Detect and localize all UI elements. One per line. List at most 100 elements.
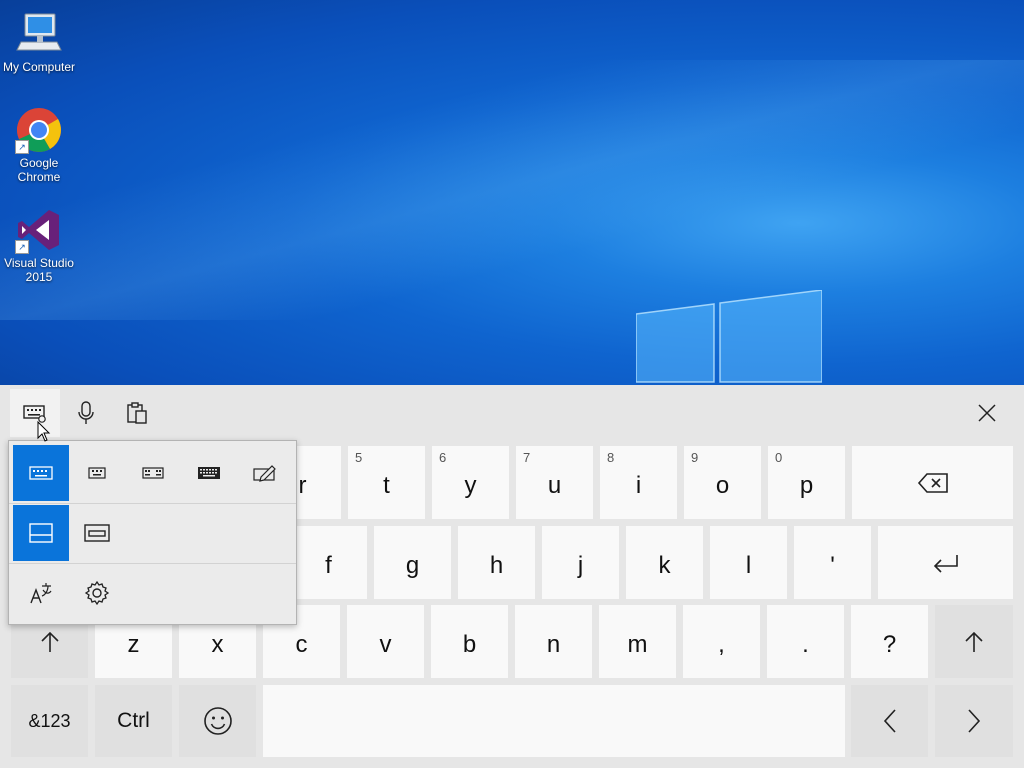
undocked-icon (84, 524, 110, 542)
key-b[interactable]: b (431, 605, 508, 678)
keyboard-settings-option[interactable] (69, 565, 125, 621)
settings-gear-icon (84, 580, 110, 606)
key-number-hint: 8 (607, 450, 615, 465)
key-v[interactable]: v (347, 605, 424, 678)
key-label: k (658, 551, 671, 579)
key-apostrophe[interactable]: ' (794, 526, 871, 599)
key-label: m (627, 630, 648, 658)
key-label: c (295, 630, 308, 658)
key-number-hint: 0 (775, 450, 783, 465)
language-icon (30, 583, 52, 604)
key-k[interactable]: k (626, 526, 703, 599)
left-arrow-key[interactable] (851, 685, 928, 757)
key-number-hint: 7 (523, 450, 531, 465)
mouse-pointer-icon (37, 421, 51, 442)
dock-keyboard-option[interactable] (13, 505, 69, 561)
key-label: l (745, 551, 752, 579)
backspace-key[interactable] (852, 446, 1013, 519)
menu-divider (9, 563, 296, 564)
emoji-icon (203, 707, 232, 735)
key-question[interactable]: ? (851, 605, 928, 678)
layout-full-option[interactable] (181, 445, 237, 501)
key-h[interactable]: h (458, 526, 535, 599)
backspace-icon (917, 472, 948, 493)
ctrl-key[interactable]: Ctrl (95, 685, 172, 757)
menu-divider (9, 503, 296, 504)
dictation-button[interactable] (61, 389, 111, 437)
keyboard-toolbar (0, 385, 1024, 441)
key-o[interactable]: 9o (684, 446, 761, 519)
key-m[interactable]: m (599, 605, 676, 678)
docked-icon (29, 523, 53, 543)
key-label: t (383, 471, 390, 499)
key-label: n (546, 630, 561, 658)
key-u[interactable]: 7u (516, 446, 593, 519)
shift-arrow-icon (965, 631, 983, 652)
key-comma[interactable]: , (683, 605, 760, 678)
key-f[interactable]: f (290, 526, 367, 599)
key-i[interactable]: 8i (600, 446, 677, 519)
key-period[interactable]: . (767, 605, 844, 678)
key-label: r (298, 471, 307, 499)
clipboard-icon (127, 402, 147, 424)
clipboard-button[interactable] (112, 389, 162, 437)
key-label: h (489, 551, 504, 579)
shift-key-right[interactable] (935, 605, 1013, 678)
desktop-icon-google-chrome[interactable]: ↗ Google Chrome (0, 106, 78, 184)
light-beam (0, 60, 1024, 320)
layout-default-option[interactable] (13, 445, 69, 501)
key-y[interactable]: 6y (432, 446, 509, 519)
desktop-icon-my-computer[interactable]: My Computer (0, 10, 78, 74)
key-label: i (635, 471, 642, 499)
key-label: j (577, 551, 584, 579)
chrome-icon: ↗ (15, 106, 63, 154)
enter-icon (933, 554, 958, 573)
key-number-hint: 6 (439, 450, 447, 465)
microphone-icon (78, 401, 94, 424)
key-label: Ctrl (117, 709, 150, 732)
right-arrow-icon (968, 709, 981, 733)
key-label: v (379, 630, 392, 658)
close-keyboard-button[interactable] (962, 389, 1012, 437)
key-label: y (464, 471, 477, 499)
key-l[interactable]: l (710, 526, 787, 599)
layout-small-option[interactable] (69, 445, 125, 501)
desktop-icon-label: Google Chrome (17, 156, 61, 184)
key-label: ? (882, 630, 897, 658)
space-bar[interactable] (263, 685, 845, 757)
right-arrow-key[interactable] (935, 685, 1013, 757)
symbols-key[interactable]: &123 (11, 685, 88, 757)
key-j[interactable]: j (542, 526, 619, 599)
desktop-icon-label: My Computer (2, 60, 76, 74)
key-n[interactable]: n (515, 605, 592, 678)
key-t[interactable]: 5t (348, 446, 425, 519)
shortcut-arrow-icon: ↗ (15, 140, 29, 154)
key-label: f (325, 551, 332, 579)
left-arrow-icon (883, 709, 896, 733)
emoji-key[interactable] (179, 685, 256, 757)
desktop-background: My Computer ↗ Google Chrome ↗ Visual Stu… (0, 0, 1024, 385)
desktop-icon-visual-studio[interactable]: ↗ Visual Studio 2015 (0, 206, 78, 284)
key-p[interactable]: 0p (768, 446, 845, 519)
key-label: g (405, 551, 420, 579)
language-option[interactable] (13, 565, 69, 621)
default-keyboard-icon (29, 466, 53, 480)
layout-split-option[interactable] (125, 445, 181, 501)
enter-key[interactable] (878, 526, 1013, 599)
key-number-hint: 5 (355, 450, 363, 465)
visual-studio-icon: ↗ (15, 206, 63, 254)
undock-keyboard-option[interactable] (69, 505, 125, 561)
layout-handwriting-option[interactable] (237, 445, 293, 501)
desktop-icon-label: Visual Studio 2015 (4, 256, 74, 284)
key-label: z (127, 630, 140, 658)
keyboard-settings-button[interactable] (10, 389, 60, 437)
small-keyboard-icon (88, 467, 106, 479)
full-keyboard-icon (198, 467, 220, 479)
key-label: p (799, 471, 814, 499)
key-label: &123 (28, 710, 71, 731)
windows-logo (636, 290, 822, 383)
key-g[interactable]: g (374, 526, 451, 599)
key-label: b (462, 630, 477, 658)
handwriting-icon (253, 465, 276, 482)
close-icon (978, 404, 996, 422)
